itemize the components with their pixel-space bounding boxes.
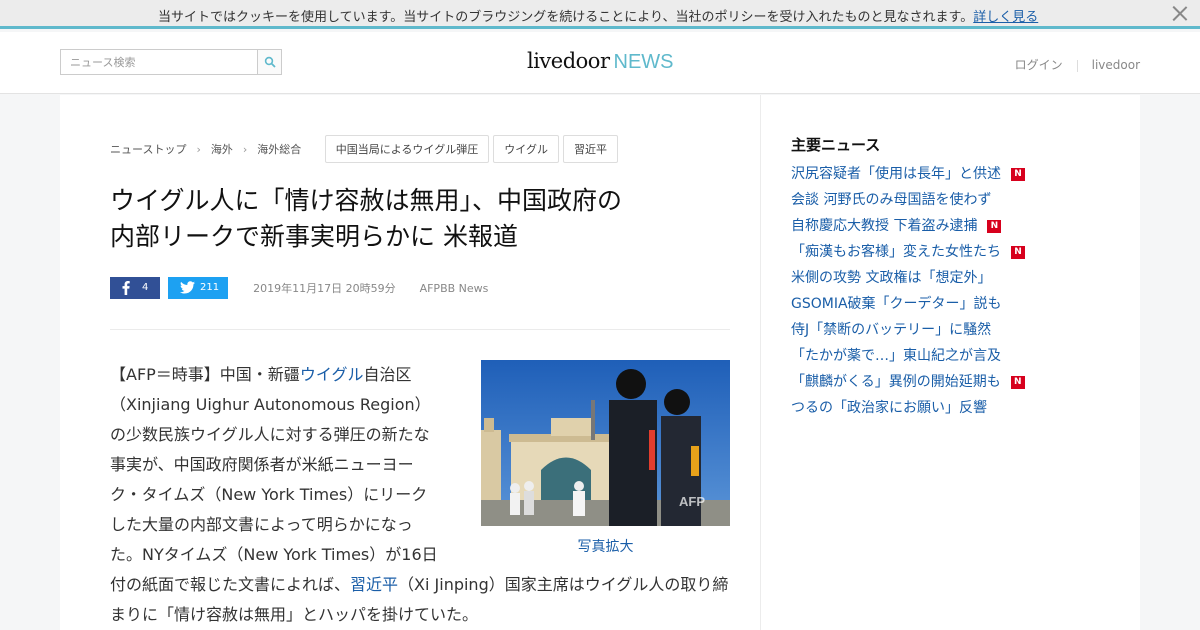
news-item[interactable]: 会談 河野氏のみ母国語を使わず xyxy=(791,189,1025,215)
body-text: 自治区（Xinjiang Uighur Autonomous Region）の少… xyxy=(110,365,438,594)
news-item[interactable]: 侍J「禁断のバッテリー」に騒然 xyxy=(791,319,1025,345)
chevron-right-icon: › xyxy=(196,142,201,156)
article-title: ウイグル人に「情け容赦は無用」、中国政府の 内部リークで新事実明らかに 米報道 xyxy=(110,183,730,255)
breadcrumb-item[interactable]: ニューストップ xyxy=(110,141,186,157)
breadcrumb-item[interactable]: 海外総合 xyxy=(257,141,301,157)
cookie-message: 当サイトではクッキーを使用しています。当サイトのブラウジングを続けることにより、… xyxy=(158,6,1038,25)
news-item-label: GSOMIA破棄「クーデター」説も xyxy=(791,296,1002,312)
tag[interactable]: 習近平 xyxy=(563,135,618,163)
new-badge: N xyxy=(1011,168,1025,181)
breadcrumb: ニューストップ › 海外 › 海外総合 中国当局によるウイグル弾圧 ウイグル 習近平 xyxy=(110,135,618,163)
news-item-label: 自称慶応大教授 下着盗み逮捕 xyxy=(791,218,978,234)
article-source[interactable]: AFPBB News xyxy=(420,282,489,295)
logo-livedoor: livedoor xyxy=(527,49,610,73)
twitter-icon xyxy=(180,281,195,294)
site-header: livedoorNEWS ログインlivedoor xyxy=(0,32,1200,94)
body-link[interactable]: 習近平 xyxy=(350,575,398,594)
news-item-label: 「麒麟がくる」異例の開始延期も xyxy=(791,374,1001,390)
header-links: ログイン livedoor xyxy=(1015,56,1140,73)
news-item[interactable]: GSOMIA破棄「クーデター」説も xyxy=(791,293,1025,319)
news-item[interactable]: 沢尻容疑者「使用は長年」と供述 N xyxy=(791,163,1025,189)
article-meta: 2019年11月17日 20時59分 AFPBB News xyxy=(253,280,488,296)
photo-enlarge-link[interactable]: 写真拡大 xyxy=(481,536,730,556)
share-bar: 4 211 2019年11月17日 20時59分 AFPBB News xyxy=(110,277,488,299)
news-item-label: 沢尻容疑者「使用は長年」と供述 xyxy=(791,166,1001,182)
title-line: ウイグル人に「情け容赦は無用」、中国政府の xyxy=(110,186,623,215)
twitter-share-button[interactable]: 211 xyxy=(168,277,228,299)
twitter-count: 211 xyxy=(200,282,220,293)
article-date: 2019年11月17日 20時59分 xyxy=(253,282,396,295)
body-link[interactable]: ウイグル xyxy=(300,365,364,384)
facebook-share-button[interactable]: 4 xyxy=(110,277,160,299)
cookie-more-link[interactable]: 詳しく見る xyxy=(973,10,1038,25)
news-item-label: 侍J「禁断のバッテリー」に騒然 xyxy=(791,322,992,338)
news-item[interactable]: 自称慶応大教授 下着盗み逮捕 N xyxy=(791,215,1025,241)
facebook-icon xyxy=(122,281,130,295)
search-icon xyxy=(264,56,276,68)
article-photo[interactable]: AFP xyxy=(481,360,730,526)
news-item[interactable]: 「痴漢もお客様」変えた女性たち N xyxy=(791,241,1025,267)
new-badge: N xyxy=(1010,376,1025,389)
news-item[interactable]: 米側の攻勢 文政権は「想定外」 xyxy=(791,267,1025,293)
new-badge: N xyxy=(987,220,1002,233)
search-input[interactable] xyxy=(61,50,258,74)
chevron-right-icon: › xyxy=(242,142,248,156)
news-item-label: 米側の攻勢 文政権は「想定外」 xyxy=(791,270,992,286)
breadcrumb-item[interactable]: 海外 xyxy=(211,141,233,157)
news-item[interactable]: 「たかが薬で…」東山紀之が言及 xyxy=(791,345,1025,371)
news-list: 沢尻容疑者「使用は長年」と供述 N 会談 河野氏のみ母国語を使わず 自称慶応大教授 下… xyxy=(791,163,1025,423)
tag[interactable]: ウイグル xyxy=(493,135,559,163)
cookie-banner: 当サイトではクッキーを使用しています。当サイトのブラウジングを続けることにより、… xyxy=(0,0,1200,29)
facebook-count: 4 xyxy=(142,282,149,293)
news-item[interactable]: 「麒麟がくる」異例の開始延期も N xyxy=(791,371,1025,397)
news-item-label: つるの「政治家にお願い」反響 xyxy=(791,400,987,416)
article-panel: ニューストップ › 海外 › 海外総合 中国当局によるウイグル弾圧 ウイグル 習近平 ウイグ… xyxy=(60,95,760,630)
divider xyxy=(110,329,730,330)
divider xyxy=(1076,59,1078,72)
site-logo[interactable]: livedoor NEWS xyxy=(527,49,674,74)
close-icon[interactable] xyxy=(1172,5,1188,21)
sidebar-heading: 主要ニュース xyxy=(791,136,881,154)
new-badge: N xyxy=(1011,246,1025,259)
body-text: 【AFP＝時事】中国・新疆 xyxy=(110,365,300,384)
news-item[interactable]: つるの「政治家にお願い」反響 xyxy=(791,397,1025,423)
news-item-label: 「痴漢もお客様」変えた女性たち xyxy=(791,244,1001,260)
livedoor-link[interactable]: livedoor xyxy=(1092,58,1140,72)
cookie-text: 当サイトではクッキーを使用しています。当サイトのブラウジングを続けることにより、… xyxy=(158,10,974,25)
title-line: 内部リークで新事実明らかに 米報道 xyxy=(110,222,518,251)
search-box xyxy=(60,49,282,75)
news-item-label: 会談 河野氏のみ母国語を使わず xyxy=(791,192,992,208)
news-item-label: 「たかが薬で…」東山紀之が言及 xyxy=(791,348,1001,364)
photo-image: AFP xyxy=(481,360,730,526)
sidebar: 主要ニュース 沢尻容疑者「使用は長年」と供述 N 会談 河野氏のみ母国語を使わず 自称… xyxy=(760,95,1140,630)
tag[interactable]: 中国当局によるウイグル弾圧 xyxy=(324,135,490,163)
tag-list: 中国当局によるウイグル弾圧 ウイグル 習近平 xyxy=(321,135,618,163)
logo-news: NEWS xyxy=(613,51,674,73)
photo-watermark: AFP xyxy=(679,494,705,509)
login-link[interactable]: ログイン xyxy=(1015,58,1063,72)
search-button[interactable] xyxy=(257,50,281,74)
